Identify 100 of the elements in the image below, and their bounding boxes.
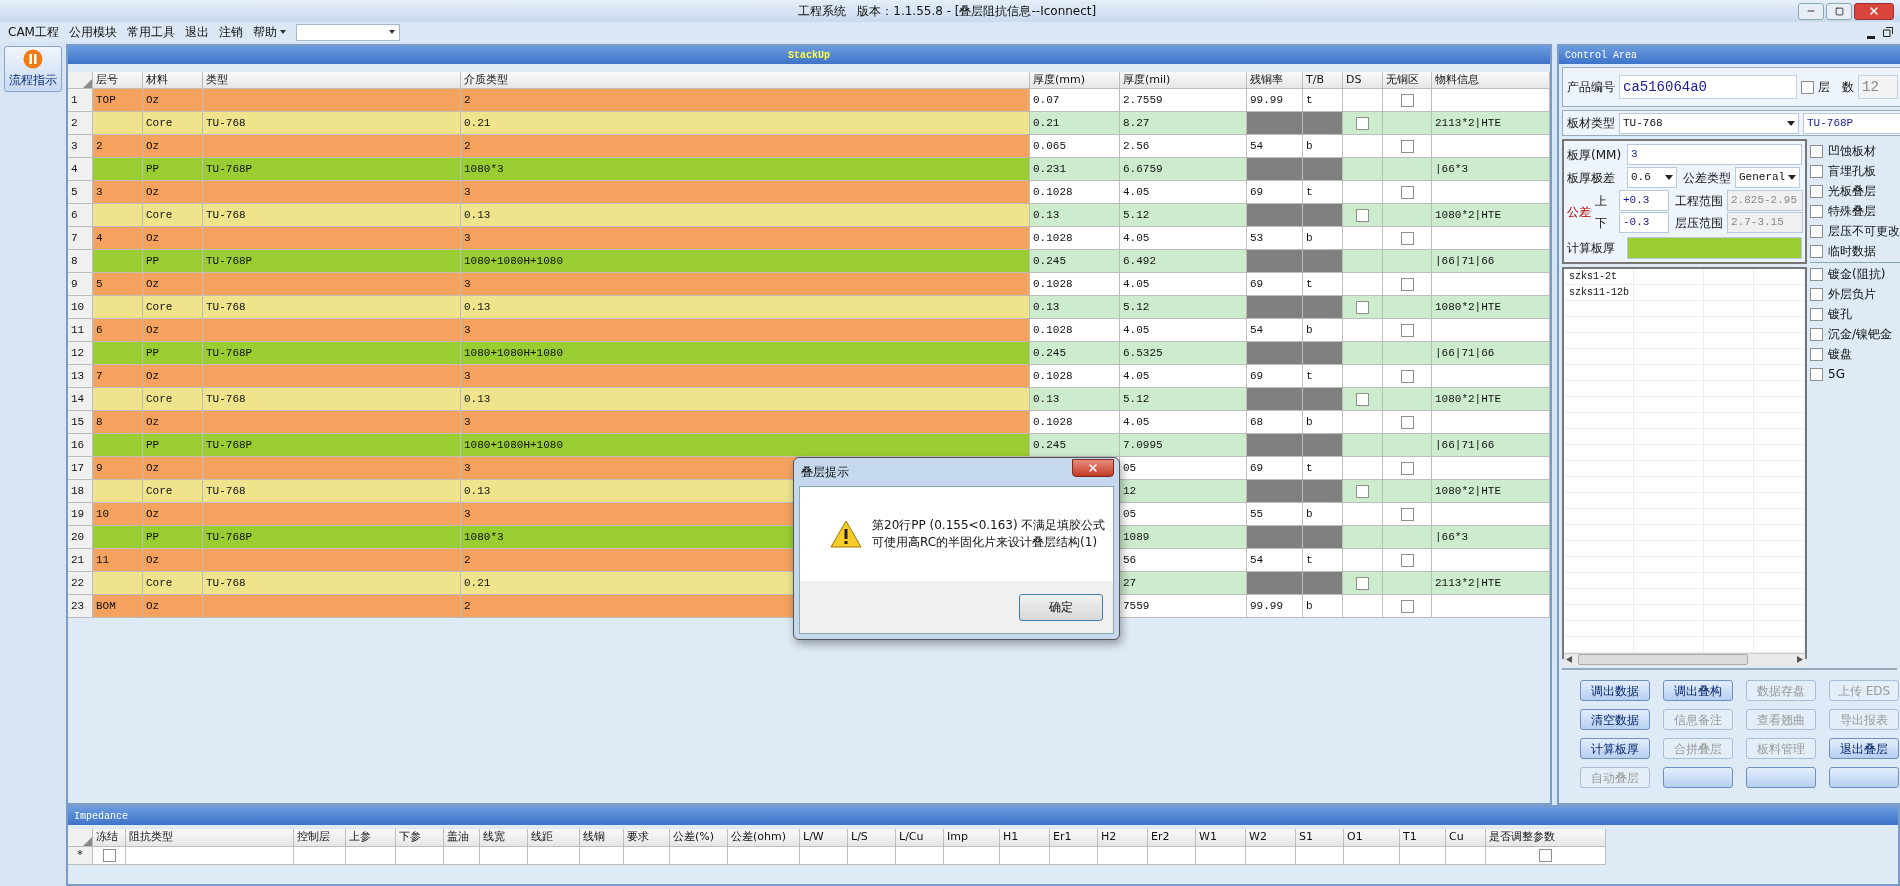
action-button[interactable]: 调出叠构 — [1663, 680, 1733, 701]
input-field[interactable]: -0.3 — [1619, 212, 1669, 233]
column-header[interactable]: L/W — [800, 829, 848, 847]
blank-button[interactable] — [1663, 767, 1733, 788]
column-header[interactable]: 层号 — [93, 72, 143, 89]
checkbox[interactable] — [1356, 484, 1369, 498]
menu-item[interactable]: 退出 — [180, 23, 213, 41]
column-header[interactable]: W1 — [1196, 829, 1246, 847]
checkbox[interactable] — [1356, 300, 1369, 314]
checkbox[interactable] — [1810, 327, 1823, 341]
input-field[interactable]: 3 — [1627, 144, 1802, 165]
action-button[interactable]: 清空数据 — [1580, 709, 1650, 730]
dropdown[interactable]: 0.6 — [1627, 167, 1677, 188]
checkbox[interactable] — [1810, 164, 1823, 178]
column-header[interactable]: Cu — [1446, 829, 1486, 847]
column-header[interactable]: L/Cu — [896, 829, 944, 847]
menu-item[interactable]: 公用模块 — [64, 23, 121, 41]
list-item[interactable]: szks1-2t — [1564, 269, 1634, 285]
checkbox[interactable] — [1810, 347, 1823, 361]
checkbox[interactable] — [1400, 323, 1414, 337]
ok-button[interactable]: 确定 — [1019, 593, 1103, 621]
checkbox[interactable] — [1810, 367, 1823, 381]
input-field[interactable]: ca516064a0 — [1619, 75, 1797, 99]
action-button[interactable]: 退出叠层 — [1829, 738, 1899, 759]
checkbox[interactable] — [1400, 369, 1414, 383]
column-header[interactable]: S1 — [1296, 829, 1344, 847]
menu-item[interactable]: 帮助 — [248, 23, 290, 41]
checkbox[interactable] — [1400, 185, 1414, 199]
maximize-button[interactable] — [1826, 2, 1852, 20]
input-field[interactable]: TU-768P — [1803, 112, 1900, 134]
column-header[interactable]: 厚度(mm) — [1030, 72, 1120, 89]
checkbox[interactable] — [1810, 184, 1823, 198]
checkbox[interactable] — [1810, 144, 1823, 158]
checkbox[interactable] — [1400, 277, 1414, 291]
process-button[interactable]: 流程指示 — [4, 46, 62, 92]
column-header[interactable]: 盖油 — [444, 829, 480, 847]
menu-item[interactable]: 常用工具 — [122, 23, 179, 41]
restore-button[interactable] — [1880, 25, 1896, 39]
checkbox[interactable] — [1810, 287, 1823, 301]
column-header[interactable]: 线宽 — [480, 829, 528, 847]
column-header[interactable]: O1 — [1344, 829, 1400, 847]
column-header[interactable]: Er1 — [1050, 829, 1098, 847]
menu-item[interactable]: 注销 — [214, 23, 247, 41]
dropdown[interactable]: TU-768 — [1619, 112, 1799, 134]
column-header[interactable]: 控制层 — [294, 829, 346, 847]
checkbox[interactable] — [1400, 461, 1414, 475]
column-header[interactable]: Er2 — [1148, 829, 1196, 847]
checkbox[interactable] — [1810, 204, 1823, 218]
column-header[interactable]: 厚度(mil) — [1120, 72, 1247, 89]
column-header[interactable]: 是否调整参数 — [1486, 829, 1606, 847]
dropdown[interactable]: General — [1735, 167, 1800, 188]
column-header[interactable]: T1 — [1400, 829, 1446, 847]
column-header[interactable]: 上参 — [346, 829, 396, 847]
checkbox[interactable] — [1400, 553, 1414, 567]
input-field[interactable] — [1627, 237, 1802, 259]
action-button[interactable]: 计算板厚 — [1580, 738, 1650, 759]
column-header[interactable]: 物料信息 — [1432, 72, 1550, 89]
action-button[interactable]: 调出数据 — [1580, 680, 1650, 701]
column-header[interactable]: H2 — [1098, 829, 1148, 847]
checkbox[interactable] — [1810, 267, 1823, 281]
checkbox[interactable] — [1400, 93, 1414, 107]
scrollbar[interactable] — [1564, 653, 1805, 665]
column-header[interactable]: Imp — [944, 829, 1000, 847]
checkbox[interactable] — [1356, 208, 1369, 222]
close-button[interactable] — [1072, 459, 1114, 477]
blank-button[interactable] — [1829, 767, 1899, 788]
dropdown[interactable] — [295, 23, 400, 41]
list-item[interactable]: szks11-12b — [1564, 285, 1634, 301]
close-button[interactable] — [1854, 2, 1894, 20]
column-header[interactable]: H1 — [1000, 829, 1050, 847]
checkbox[interactable] — [102, 849, 116, 862]
checkbox[interactable] — [1356, 576, 1369, 590]
checkbox[interactable] — [1356, 392, 1369, 406]
column-header[interactable]: 阻抗类型 — [126, 829, 294, 847]
column-header[interactable]: 类型 — [203, 72, 461, 89]
column-header[interactable]: 线铜 — [580, 829, 624, 847]
column-header[interactable]: 材料 — [143, 72, 203, 89]
column-header[interactable]: 线距 — [528, 829, 580, 847]
column-header[interactable]: DS — [1343, 72, 1383, 89]
column-header[interactable]: 介质类型 — [461, 72, 1030, 89]
checkbox[interactable] — [1400, 139, 1414, 153]
column-header[interactable]: 冻结 — [93, 829, 126, 847]
column-header[interactable]: 要求 — [624, 829, 670, 847]
column-header[interactable]: 公差(ohm) — [728, 829, 800, 847]
checkbox[interactable] — [1810, 244, 1823, 258]
checkbox[interactable] — [1810, 224, 1823, 238]
column-header[interactable]: L/S — [848, 829, 896, 847]
column-header[interactable]: T/B — [1303, 72, 1343, 89]
checkbox[interactable] — [1400, 507, 1414, 521]
blank-button[interactable] — [1746, 767, 1816, 788]
checkbox[interactable] — [1400, 599, 1414, 613]
checkbox[interactable] — [1539, 849, 1552, 862]
checkbox[interactable] — [1356, 116, 1369, 130]
column-header[interactable]: 下参 — [396, 829, 444, 847]
column-header[interactable]: 公差(%) — [670, 829, 728, 847]
checkbox[interactable] — [1810, 307, 1823, 321]
column-header[interactable]: 残铜率 — [1247, 72, 1303, 89]
menu-item[interactable]: CAM工程 — [4, 23, 63, 41]
input-field[interactable]: +0.3 — [1619, 190, 1669, 211]
checkbox[interactable] — [1400, 231, 1414, 245]
